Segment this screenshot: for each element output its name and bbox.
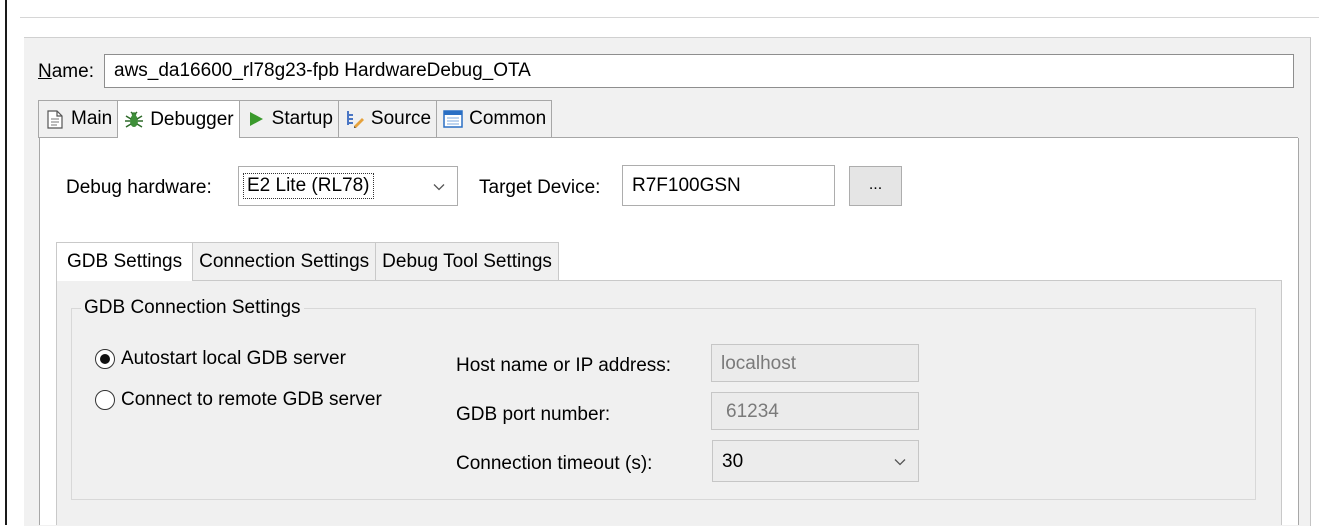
debug-hardware-label: Debug hardware: bbox=[66, 177, 212, 198]
host-field[interactable]: localhost bbox=[711, 344, 919, 382]
remote-radio[interactable] bbox=[95, 390, 115, 410]
tab-debugger[interactable]: Debugger bbox=[117, 100, 239, 138]
bug-icon bbox=[124, 110, 144, 130]
tab-source[interactable]: Source bbox=[337, 100, 437, 138]
chevron-down-icon bbox=[432, 178, 446, 200]
chevron-down-icon bbox=[893, 453, 907, 475]
tab-main-label: Main bbox=[71, 108, 113, 129]
document-icon bbox=[45, 109, 65, 129]
autostart-radio-option[interactable]: Autostart local GDB server bbox=[95, 348, 346, 370]
debug-hardware-select[interactable]: E2 Lite (RL78) bbox=[238, 166, 458, 206]
tab-debug-tool-settings[interactable]: Debug Tool Settings bbox=[375, 242, 559, 281]
tab-startup[interactable]: Startup bbox=[238, 100, 338, 138]
header-divider bbox=[20, 17, 1319, 18]
timeout-select[interactable]: 30 bbox=[712, 440, 919, 482]
autostart-radio[interactable] bbox=[95, 349, 115, 369]
remote-radio-label: Connect to remote GDB server bbox=[121, 389, 382, 410]
config-tabs: Main Debugger Startup Source Common bbox=[38, 100, 553, 138]
tab-debugger-label: Debugger bbox=[150, 108, 234, 130]
window-left-border bbox=[5, 0, 7, 525]
browse-device-button[interactable]: ... bbox=[849, 166, 902, 206]
tab-common[interactable]: Common bbox=[436, 100, 553, 138]
name-label: Name: bbox=[38, 61, 94, 82]
tab-main[interactable]: Main bbox=[38, 100, 118, 138]
port-field[interactable]: 61234 bbox=[711, 392, 919, 430]
group-title: GDB Connection Settings bbox=[81, 297, 304, 319]
debug-hardware-value: E2 Lite (RL78) bbox=[243, 173, 374, 199]
debugger-subtabs: GDB Settings Connection Settings Debug T… bbox=[56, 242, 559, 281]
timeout-label: Connection timeout (s): bbox=[456, 453, 653, 474]
timeout-value: 30 bbox=[722, 451, 744, 472]
remote-radio-option[interactable]: Connect to remote GDB server bbox=[95, 389, 382, 411]
name-field[interactable]: aws_da16600_rl78g23-fpb HardwareDebug_OT… bbox=[104, 54, 1294, 88]
tab-gdb-settings[interactable]: GDB Settings bbox=[56, 242, 193, 281]
port-label: GDB port number: bbox=[456, 404, 611, 425]
autostart-radio-label: Autostart local GDB server bbox=[121, 348, 346, 369]
tab-common-label: Common bbox=[469, 108, 547, 129]
tab-connection-settings[interactable]: Connection Settings bbox=[192, 242, 376, 281]
tab-startup-label: Startup bbox=[271, 108, 333, 129]
tab-source-label: Source bbox=[370, 108, 432, 129]
host-label: Host name or IP address: bbox=[456, 355, 672, 376]
target-device-field[interactable]: R7F100GSN bbox=[622, 165, 835, 206]
target-device-label: Target Device: bbox=[479, 177, 601, 198]
window-icon bbox=[443, 109, 463, 129]
source-icon bbox=[345, 109, 365, 129]
play-icon bbox=[246, 109, 266, 129]
